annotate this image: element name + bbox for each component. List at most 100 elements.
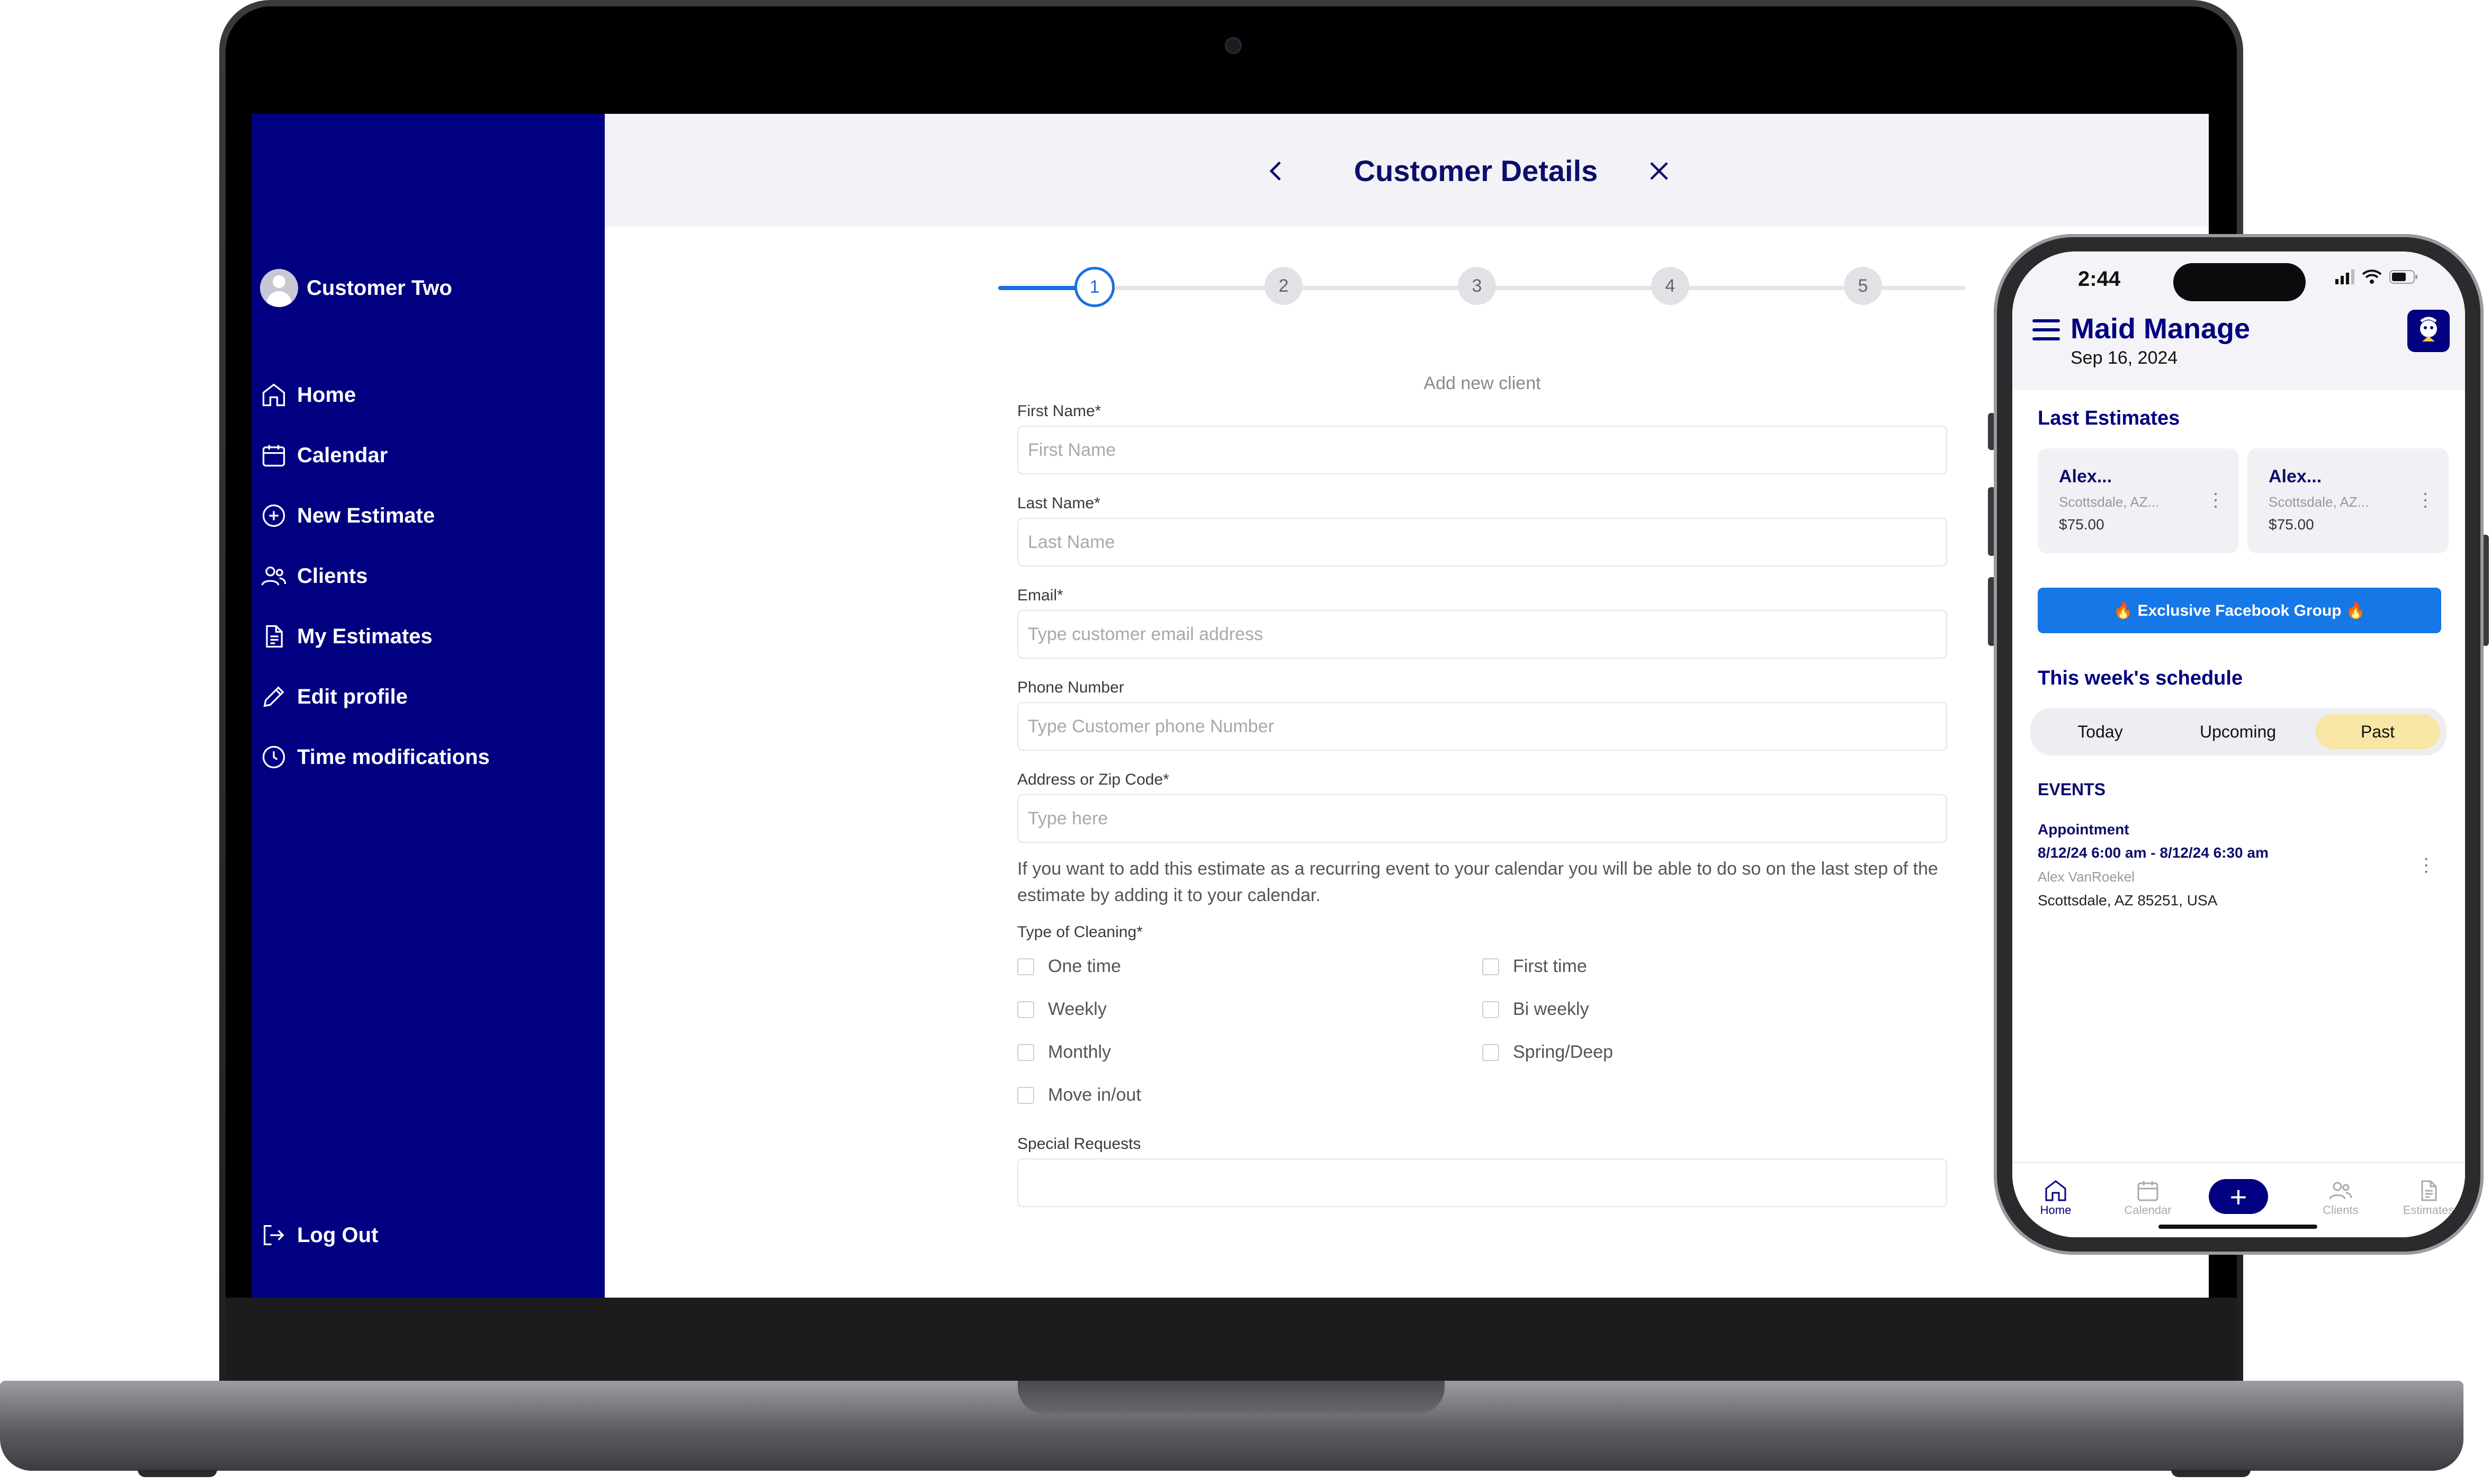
tab-clients[interactable]: Clients <box>2309 1178 2372 1217</box>
facebook-group-button[interactable]: 🔥 Exclusive Facebook Group 🔥 <box>2038 588 2441 633</box>
email-label: Email* <box>1017 587 1063 604</box>
tab-label: Estimates <box>2403 1203 2454 1217</box>
tab-home[interactable]: Home <box>2024 1178 2087 1217</box>
checkbox-box <box>1482 958 1499 975</box>
user-name: Customer Two <box>307 276 452 300</box>
laptop-foot <box>138 1470 217 1477</box>
checkbox-monthly[interactable]: Monthly <box>1017 1042 1482 1063</box>
sidebar-item-my-estimates[interactable]: My Estimates <box>260 623 433 650</box>
sidebar-item-home[interactable]: Home <box>260 381 356 409</box>
checkbox-bi-weekly[interactable]: Bi weekly <box>1482 999 1947 1020</box>
checkbox-label: Move in/out <box>1048 1085 1141 1105</box>
checkbox-first-time[interactable]: First time <box>1482 956 1947 977</box>
sidebar-item-new-estimate[interactable]: New Estimate <box>260 502 435 529</box>
avatar <box>260 269 298 307</box>
logout-button[interactable]: Log Out <box>260 1221 378 1249</box>
sidebar-item-label: New Estimate <box>297 503 435 527</box>
last-name-input[interactable] <box>1017 518 1947 566</box>
document-icon <box>2421 1180 2437 1201</box>
step-2[interactable]: 2 <box>1265 267 1303 305</box>
estimate-card[interactable]: Alex... Scottsdale, AZ... $75.00 · · · <box>2038 448 2239 553</box>
step-5[interactable]: 5 <box>1844 267 1882 305</box>
signal-icon <box>2335 269 2354 284</box>
events-title: EVENTS <box>2038 780 2106 799</box>
cleaning-type-label: Type of Cleaning* <box>1017 923 1143 941</box>
estimate-card[interactable]: Alex... Scottsdale, AZ... $75.00 · · · <box>2247 448 2449 553</box>
calendar-icon <box>2137 1181 2158 1201</box>
calendar-icon <box>262 445 285 467</box>
dynamic-island <box>2173 263 2306 301</box>
segment-today[interactable]: Today <box>2037 714 2164 749</box>
form-caption: Add new client <box>1423 373 1541 393</box>
tab-estimates[interactable]: Estimates <box>2397 1178 2460 1217</box>
estimate-client: Alex... <box>2059 466 2112 487</box>
sidebar-item-label: Calendar <box>297 443 388 467</box>
back-chevron-icon[interactable] <box>1261 156 1291 186</box>
sidebar-item-calendar[interactable]: Calendar <box>260 442 388 469</box>
checkbox-box <box>1017 1044 1034 1061</box>
checkbox-label: First time <box>1513 956 1587 976</box>
more-options-icon[interactable]: · · · <box>2212 483 2219 515</box>
sidebar-item-time-modifications[interactable]: Time modifications <box>260 743 490 771</box>
more-options-icon[interactable]: · · · <box>2422 483 2429 515</box>
home-indicator <box>2158 1225 2317 1229</box>
pencil-icon <box>263 686 284 707</box>
address-label: Address or Zip Code* <box>1017 771 1169 788</box>
menu-icon[interactable] <box>2032 319 2060 340</box>
special-requests-input[interactable] <box>1017 1158 1947 1207</box>
more-options-icon[interactable]: · · · <box>2423 849 2429 880</box>
checkbox-box <box>1482 1001 1499 1018</box>
segment-past[interactable]: Past <box>2315 714 2440 749</box>
checkbox-label: Weekly <box>1048 999 1107 1019</box>
event-title[interactable]: Appointment <box>2038 821 2129 838</box>
first-name-label: First Name* <box>1017 402 1101 420</box>
checkbox-label: Monthly <box>1048 1042 1112 1062</box>
estimate-price: $75.00 <box>2059 516 2104 533</box>
users-icon <box>261 566 286 586</box>
checkbox-move-in-out[interactable]: Move in/out <box>1017 1085 1482 1105</box>
camera-icon <box>1225 37 1242 54</box>
status-icons <box>2335 269 2418 284</box>
special-requests-label: Special Requests <box>1017 1135 1141 1153</box>
logout-icon <box>264 1225 284 1245</box>
checkbox-box <box>1017 958 1034 975</box>
checkbox-weekly[interactable]: Weekly <box>1017 999 1482 1020</box>
estimate-address: Scottsdale, AZ... <box>2269 494 2369 510</box>
app-title: Maid Manage <box>2071 313 2251 345</box>
address-input[interactable] <box>1017 794 1947 843</box>
status-time: 2:44 <box>2078 267 2121 291</box>
sidebar-item-clients[interactable]: Clients <box>260 562 368 590</box>
step-3[interactable]: 3 <box>1458 267 1496 305</box>
first-name-input[interactable] <box>1017 426 1947 474</box>
add-button[interactable]: + <box>2209 1179 2268 1214</box>
document-icon <box>266 625 283 648</box>
tab-label: Home <box>2040 1203 2072 1217</box>
checkbox-one-time[interactable]: One time <box>1017 956 1482 977</box>
step-4[interactable]: 4 <box>1651 267 1689 305</box>
tab-calendar[interactable]: Calendar <box>2116 1178 2180 1217</box>
email-input[interactable] <box>1017 610 1947 659</box>
page-header: Customer Details <box>605 114 2209 227</box>
sidebar-item-label: Edit profile <box>297 685 408 708</box>
tab-label: Clients <box>2323 1203 2359 1217</box>
phone-screen: 2:44 Maid Manage Sep 16, 2024 Last Estim… <box>2012 251 2465 1237</box>
sidebar-item-label: Time modifications <box>297 745 490 769</box>
sidebar-item-label: My Estimates <box>297 624 433 648</box>
close-icon[interactable] <box>1645 157 1673 185</box>
sidebar-item-label: Clients <box>297 564 368 588</box>
last-estimates-title: Last Estimates <box>2038 407 2180 429</box>
app-date: Sep 16, 2024 <box>2071 348 2178 368</box>
page-title: Customer Details <box>1354 154 1598 187</box>
user-profile[interactable]: Customer Two <box>260 269 452 307</box>
checkbox-box <box>1017 1086 1034 1104</box>
step-1[interactable]: 1 <box>1074 267 1115 307</box>
checkbox-spring-deep[interactable]: Spring/Deep <box>1482 1042 1947 1063</box>
sidebar-item-edit-profile[interactable]: Edit profile <box>260 683 408 710</box>
phone-input[interactable] <box>1017 702 1947 751</box>
checkbox-box <box>1017 1001 1034 1018</box>
sidebar-item-label: Home <box>297 383 356 407</box>
laptop-chin <box>226 1298 2237 1382</box>
segment-upcoming[interactable]: Upcoming <box>2174 714 2301 749</box>
maid-logo-icon[interactable] <box>2407 310 2450 352</box>
event-address: Scottsdale, AZ 85251, USA <box>2038 892 2218 909</box>
